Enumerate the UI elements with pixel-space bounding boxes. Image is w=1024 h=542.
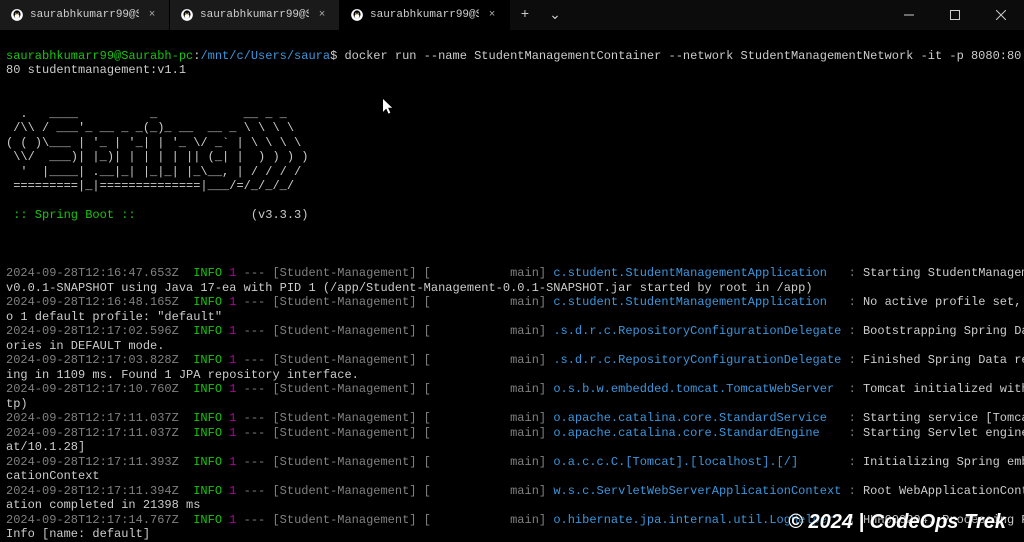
- tux-icon: [350, 8, 364, 22]
- maximize-button[interactable]: [932, 0, 978, 30]
- spring-ascii: . ____ _ __ _ _ /\\ / ___'_ __ _ _(_)_ _…: [6, 92, 1018, 194]
- mouse-cursor-icon: [383, 99, 394, 115]
- close-button[interactable]: [978, 0, 1024, 30]
- log-line-wrap: cationContext: [6, 469, 1018, 484]
- tab-label: saurabhkumarr99@Saurabh-p: [200, 9, 309, 21]
- terminal-output[interactable]: saurabhkumarr99@Saurabh-pc:/mnt/c/Users/…: [0, 30, 1024, 542]
- log-line: 2024-09-28T12:17:02.596Z INFO 1 --- [Stu…: [6, 324, 1018, 339]
- tab-dropdown-button[interactable]: ⌄: [540, 0, 570, 30]
- title-bar: saurabhkumarr99@Saurabh-p×saurabhkumarr9…: [0, 0, 1024, 30]
- tab-1[interactable]: saurabhkumarr99@Saurabh-p ×: [170, 0, 340, 30]
- tab-strip: saurabhkumarr99@Saurabh-p×saurabhkumarr9…: [0, 0, 510, 30]
- log-line: 2024-09-28T12:17:10.760Z INFO 1 --- [Stu…: [6, 382, 1018, 397]
- tab-0[interactable]: saurabhkumarr99@Saurabh-p ×: [0, 0, 170, 30]
- tux-icon: [180, 8, 194, 22]
- close-icon[interactable]: ×: [145, 9, 159, 21]
- log-line-wrap: o 1 default profile: "default": [6, 310, 1018, 325]
- log-line: 2024-09-28T12:17:03.828Z INFO 1 --- [Stu…: [6, 353, 1018, 368]
- tab-label: saurabhkumarr99@Saurabh-p: [30, 9, 139, 21]
- log-line: 2024-09-28T12:17:11.037Z INFO 1 --- [Stu…: [6, 411, 1018, 426]
- tab-label: saurabhkumarr99@Saurabh-p: [370, 9, 479, 21]
- prompt-user: saurabhkumarr99@Saurabh-pc: [6, 49, 193, 63]
- command-text: docker run --name StudentManagementConta…: [344, 49, 1021, 63]
- close-icon[interactable]: ×: [315, 9, 329, 21]
- log-line: 2024-09-28T12:17:11.394Z INFO 1 --- [Stu…: [6, 484, 1018, 499]
- log-line: 2024-09-28T12:16:48.165Z INFO 1 --- [Stu…: [6, 295, 1018, 310]
- log-line: 2024-09-28T12:16:47.653Z INFO 1 --- [Stu…: [6, 266, 1018, 281]
- spring-boot-banner: :: Spring Boot :: (v3.3.3): [6, 208, 1018, 223]
- watermark: © 2024 | CodeOps Trek: [788, 511, 1006, 534]
- close-icon[interactable]: ×: [485, 9, 499, 21]
- log-line: 2024-09-28T12:17:11.393Z INFO 1 --- [Stu…: [6, 455, 1018, 470]
- window-controls: [886, 0, 1024, 30]
- log-line-wrap: at/10.1.28]: [6, 440, 1018, 455]
- log-line-wrap: ing in 1109 ms. Found 1 JPA repository i…: [6, 368, 1018, 383]
- command-text-wrap: 80 studentmanagement:v1.1: [6, 63, 1018, 78]
- log-line-wrap: ories in DEFAULT mode.: [6, 339, 1018, 354]
- log-line: 2024-09-28T12:17:11.037Z INFO 1 --- [Stu…: [6, 426, 1018, 441]
- minimize-button[interactable]: [886, 0, 932, 30]
- tab-2[interactable]: saurabhkumarr99@Saurabh-p ×: [340, 0, 510, 30]
- log-line-wrap: tp): [6, 397, 1018, 412]
- new-tab-button[interactable]: +: [510, 0, 540, 30]
- tux-icon: [10, 8, 24, 22]
- prompt-line: saurabhkumarr99@Saurabh-pc:/mnt/c/Users/…: [6, 49, 1018, 64]
- prompt-path: /mnt/c/Users/saura: [200, 49, 330, 63]
- log-line-wrap: v0.0.1-SNAPSHOT using Java 17-ea with PI…: [6, 281, 1018, 296]
